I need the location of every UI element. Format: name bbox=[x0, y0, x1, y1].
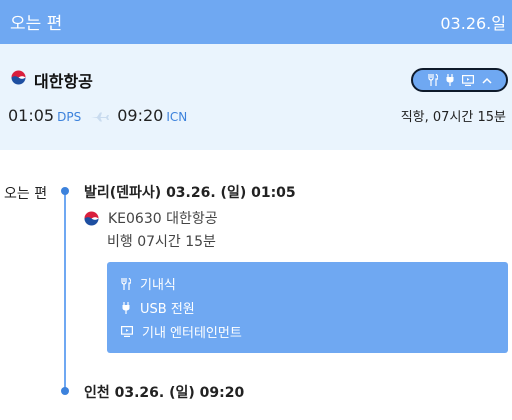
flight-number: KE0630 대한항공 bbox=[108, 211, 218, 227]
amenity-item-usb-power: USB 전원 bbox=[121, 298, 195, 317]
amenity-label: 기내식 bbox=[140, 278, 176, 293]
timeline-end-dot bbox=[61, 387, 69, 395]
return-flight-header: 오는 편 03.26.일 bbox=[0, 0, 512, 44]
header-date: 03.26.일 bbox=[440, 14, 506, 33]
leg-label: 오는 편 bbox=[4, 186, 48, 202]
flight-duration-summary: 직항, 07시간 15분 bbox=[400, 110, 506, 125]
timeline-start-dot bbox=[61, 187, 69, 195]
flight-summary-card[interactable]: 대한항공 01:05 DPS 09:20 ICN 직항, 07시간 15분 bbox=[0, 44, 512, 150]
meal-icon bbox=[427, 74, 438, 86]
flight-duration: 비행 07시간 15분 bbox=[107, 234, 216, 250]
amenity-label: USB 전원 bbox=[140, 302, 195, 317]
arrival-info: 인천 03.26. (일) 09:20 bbox=[84, 385, 245, 401]
korean-air-logo-icon bbox=[84, 210, 99, 226]
arrival-airport-code: ICN bbox=[166, 110, 188, 124]
flight-time-row: 01:05 DPS 09:20 ICN bbox=[8, 106, 187, 125]
power-plug-icon bbox=[122, 301, 130, 314]
departure-airport-code: DPS bbox=[57, 110, 82, 124]
arrival-time: 09:20 bbox=[117, 106, 164, 125]
airplane-icon bbox=[91, 112, 110, 122]
airline-name: 대한항공 bbox=[34, 72, 93, 91]
meal-icon bbox=[121, 277, 131, 290]
korean-air-logo-icon bbox=[11, 70, 26, 85]
amenity-item-meal: 기내식 bbox=[121, 274, 176, 293]
departure-info: 발리(덴파사) 03.26. (일) 01:05 bbox=[84, 185, 296, 201]
flight-number-row: KE0630 대한항공 bbox=[84, 208, 218, 228]
amenity-item-entertainment: 기내 엔터테인먼트 bbox=[121, 322, 242, 341]
chevron-up-icon bbox=[481, 77, 492, 84]
screen-icon bbox=[121, 326, 133, 337]
amenity-label: 기내 엔터테인먼트 bbox=[142, 326, 242, 341]
amenities-panel: 기내식 USB 전원 기내 엔터테인먼트 bbox=[107, 262, 508, 353]
header-title: 오는 편 bbox=[10, 14, 63, 34]
departure-time: 01:05 bbox=[8, 106, 55, 125]
power-plug-icon bbox=[446, 74, 453, 86]
amenities-toggle-button[interactable] bbox=[411, 68, 508, 92]
timeline-line bbox=[64, 190, 66, 392]
screen-icon bbox=[461, 74, 474, 86]
